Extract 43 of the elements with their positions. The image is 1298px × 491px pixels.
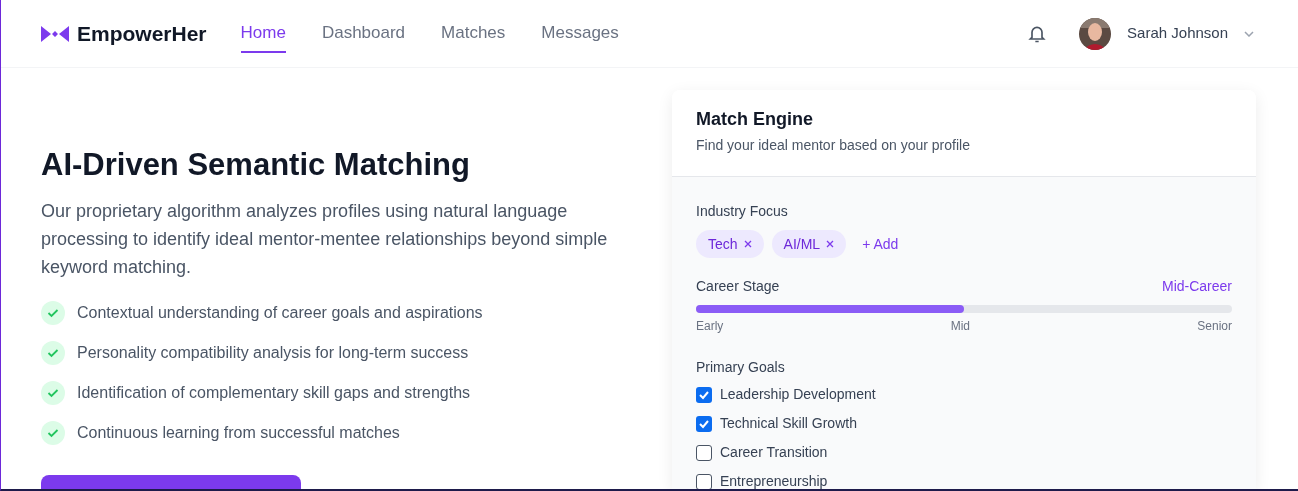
field-label: Career Stage bbox=[696, 277, 780, 296]
hero-title: AI-Driven Semantic Matching bbox=[41, 146, 471, 184]
card-subtitle: Find your ideal mentor based on your profile bbox=[696, 136, 971, 155]
close-icon[interactable] bbox=[826, 240, 835, 248]
nav-link[interactable]: Matches bbox=[441, 13, 506, 54]
feature-text: Continuous learning from successful matches bbox=[77, 422, 400, 443]
feature-text: Personality compatibility analysis for long-term success bbox=[77, 342, 469, 363]
checkbox-label: Technical Skill Growth bbox=[720, 414, 857, 433]
career-stage-value: Mid-Career bbox=[1162, 277, 1232, 296]
slider-tick-label: Mid bbox=[950, 318, 970, 335]
close-icon[interactable] bbox=[743, 240, 752, 248]
tag-label: Tech bbox=[708, 234, 738, 254]
field-label: Primary Goals bbox=[696, 358, 786, 377]
feature-text: Contextual understanding of career goals and aspirations bbox=[77, 302, 483, 323]
nav-link[interactable]: Messages bbox=[541, 13, 619, 54]
checkbox-label: Career Transition bbox=[720, 443, 828, 462]
hero-description: Our proprietary algorithm analyzes profiles using natural language processing to identify ideal mentor-mentee relationships beyond simple keyword matching. bbox=[41, 199, 609, 279]
check-icon bbox=[41, 380, 65, 405]
tag-label: AI/ML bbox=[783, 234, 821, 254]
checkbox[interactable] bbox=[696, 386, 712, 403]
field-label: Industry Focus bbox=[696, 202, 789, 221]
tag-chip[interactable]: Tech bbox=[696, 230, 764, 258]
nav-link[interactable]: Home bbox=[240, 13, 286, 54]
slider-tick-label: Early bbox=[696, 318, 724, 335]
check-icon bbox=[41, 420, 65, 445]
tag-chip[interactable]: AI/ML bbox=[771, 230, 847, 258]
logo-icon bbox=[41, 24, 69, 43]
card-title: Match Engine bbox=[696, 108, 814, 131]
check-icon bbox=[41, 300, 65, 325]
checkbox[interactable] bbox=[696, 444, 712, 461]
checkbox-label: Entrepreneurship bbox=[720, 472, 828, 489]
add-tag-button[interactable]: + Add bbox=[862, 233, 899, 255]
check-icon bbox=[41, 340, 65, 365]
user-name[interactable]: Sarah Johnson bbox=[1127, 22, 1228, 45]
chevron-down-icon[interactable] bbox=[1244, 30, 1254, 37]
career-stage-slider[interactable] bbox=[696, 305, 1232, 313]
checkbox-label: Leadership Development bbox=[720, 385, 876, 404]
brand-name: EmpowerHer bbox=[77, 20, 207, 47]
checkbox[interactable] bbox=[696, 415, 712, 432]
nav-link[interactable]: Dashboard bbox=[321, 13, 406, 54]
feature-text: Identification of complementary skill gaps and strengths bbox=[77, 382, 471, 403]
checkbox[interactable] bbox=[696, 473, 712, 489]
slider-tick-label: Senior bbox=[1197, 318, 1232, 335]
